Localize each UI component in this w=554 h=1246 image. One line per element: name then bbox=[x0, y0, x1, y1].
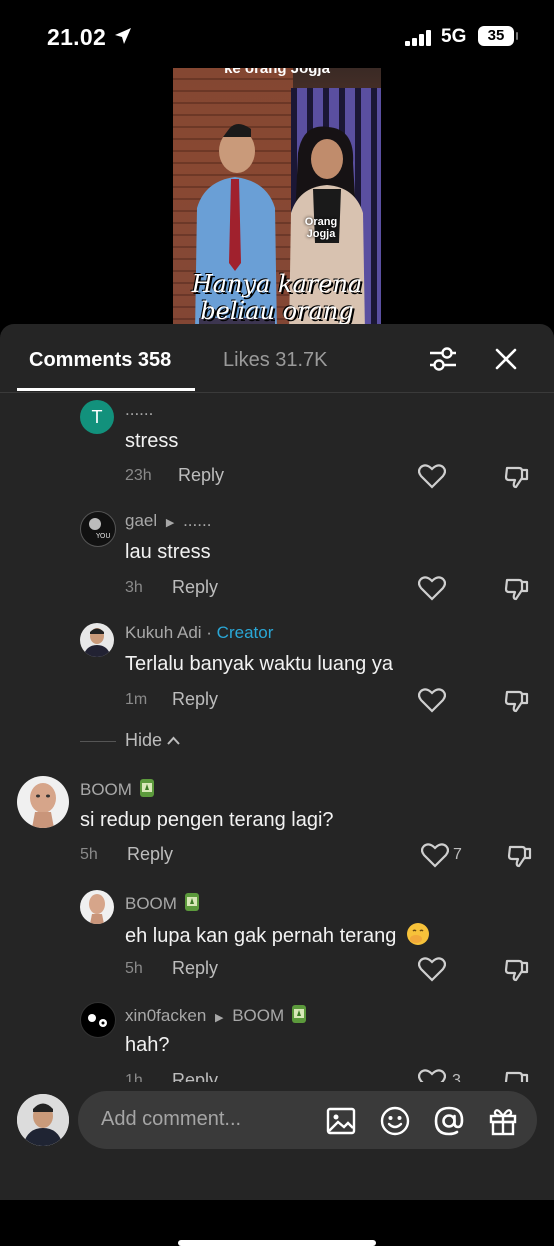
comment-reply: Kukuh Adi · Creator Terlalu banyak waktu… bbox=[0, 616, 554, 726]
comment-text: si redup pengen terang lagi? bbox=[80, 809, 334, 831]
status-bar: 21.02 5G 35 bbox=[0, 0, 554, 70]
tab-underline bbox=[17, 388, 195, 391]
can-emoji-icon bbox=[139, 779, 154, 797]
svg-text:YOU: YOU bbox=[95, 532, 111, 540]
heart-icon[interactable] bbox=[418, 1068, 446, 1082]
hide-divider bbox=[80, 741, 116, 742]
comments-sheet: Comments 358 Likes 31.7K T ...... stress… bbox=[0, 324, 554, 1246]
comment-username[interactable]: Kukuh Adi · Creator bbox=[125, 623, 273, 643]
comment-text: eh lupa kan gak pernah terang bbox=[125, 922, 430, 948]
comment-text: hah? bbox=[125, 1034, 170, 1056]
dislike-icon[interactable] bbox=[504, 576, 530, 602]
comment-reply: T ...... stress 23h Reply bbox=[0, 392, 554, 502]
comment-username[interactable]: xin0facken ▶ BOOM bbox=[125, 1004, 307, 1026]
heart-icon[interactable] bbox=[418, 575, 446, 601]
comment-text: Terlalu banyak waktu luang ya bbox=[125, 653, 393, 675]
location-arrow-icon bbox=[115, 28, 131, 44]
reply-arrow-icon: ▶ bbox=[165, 517, 175, 529]
dislike-icon[interactable] bbox=[504, 464, 530, 490]
comment-time: 3h bbox=[125, 579, 143, 596]
reply-button[interactable]: Reply bbox=[178, 465, 224, 486]
can-emoji-icon bbox=[184, 893, 199, 911]
status-time: 21.02 bbox=[47, 24, 107, 50]
dislike-icon[interactable] bbox=[504, 1069, 530, 1082]
comment-time: 1h bbox=[125, 1072, 143, 1082]
avatar[interactable] bbox=[80, 1002, 116, 1038]
comment-text: lau stress bbox=[125, 541, 211, 563]
mention-icon[interactable] bbox=[433, 1105, 465, 1137]
tab-comments[interactable]: Comments 358 bbox=[29, 349, 171, 372]
can-emoji-icon bbox=[291, 1005, 306, 1023]
gift-icon[interactable] bbox=[487, 1105, 519, 1137]
comment-username[interactable]: BOOM bbox=[125, 892, 200, 914]
avatar[interactable] bbox=[17, 776, 69, 828]
tab-likes[interactable]: Likes 31.7K bbox=[223, 349, 328, 372]
heart-icon[interactable] bbox=[418, 956, 446, 982]
hand-over-mouth-emoji-icon bbox=[406, 923, 429, 945]
avatar[interactable] bbox=[80, 623, 114, 657]
reply-button[interactable]: Reply bbox=[172, 958, 218, 979]
comment-time: 5h bbox=[125, 960, 143, 977]
comment-input[interactable]: Add comment... bbox=[78, 1091, 537, 1149]
comment-placeholder: Add comment... bbox=[101, 1108, 242, 1130]
comment-time: 23h bbox=[125, 467, 152, 484]
avatar[interactable]: T bbox=[80, 400, 114, 434]
signal-icon bbox=[405, 30, 433, 46]
comment-username[interactable]: ...... bbox=[125, 400, 153, 420]
like-count: 7 bbox=[453, 846, 462, 863]
creator-badge: Creator bbox=[216, 623, 274, 642]
home-indicator[interactable] bbox=[178, 1240, 376, 1246]
heart-icon[interactable] bbox=[418, 463, 446, 489]
reply-button[interactable]: Reply bbox=[172, 1070, 218, 1082]
reply-arrow-icon: ▶ bbox=[215, 1012, 224, 1024]
dislike-icon[interactable] bbox=[507, 843, 533, 869]
comment-reply: BOOM eh lupa kan gak pernah terang 5h Re… bbox=[0, 886, 554, 996]
like-count: 3 bbox=[452, 1072, 461, 1082]
sheet-tabs: Comments 358 Likes 31.7K bbox=[0, 324, 554, 393]
comment-time: 5h bbox=[80, 846, 98, 863]
video-overlay-label: Orang Jogja bbox=[304, 216, 338, 240]
reply-button[interactable]: Reply bbox=[172, 689, 218, 710]
video-preview[interactable]: ke orang Jogja Orang Jogja Hanya karena … bbox=[173, 68, 381, 326]
comment: BOOM si redup pengen terang lagi? 5h Rep… bbox=[0, 774, 554, 884]
video-caption: Hanya karena beliau orang bbox=[191, 270, 363, 325]
comment-time: 1m bbox=[125, 691, 148, 708]
comment-list[interactable]: T ...... stress 23h Reply YOU gael ▶ ...… bbox=[0, 392, 554, 1082]
video-top-caption: ke orang Jogja bbox=[224, 68, 330, 77]
heart-icon[interactable] bbox=[418, 687, 446, 713]
reply-button[interactable]: Reply bbox=[127, 844, 173, 865]
network-type: 5G bbox=[441, 26, 467, 47]
comment-input-bar: Add comment... bbox=[0, 1082, 554, 1246]
comment-reply: YOU gael ▶ ...... lau stress 3h Reply bbox=[0, 504, 554, 614]
image-icon[interactable] bbox=[325, 1105, 357, 1137]
heart-icon[interactable] bbox=[421, 842, 449, 868]
avatar[interactable]: YOU bbox=[80, 511, 116, 547]
emoji-icon[interactable] bbox=[379, 1105, 411, 1137]
filter-icon[interactable] bbox=[428, 346, 458, 372]
battery-icon: 35 bbox=[478, 26, 518, 46]
comment-reply: xin0facken ▶ BOOM hah? 1h Reply 3 bbox=[0, 998, 554, 1082]
avatar[interactable] bbox=[80, 890, 114, 924]
hide-replies-button[interactable]: Hide bbox=[125, 730, 180, 751]
dislike-icon[interactable] bbox=[504, 688, 530, 714]
comment-username[interactable]: gael ▶ ...... bbox=[125, 511, 211, 531]
user-avatar[interactable] bbox=[17, 1094, 69, 1146]
chevron-up-icon bbox=[167, 736, 180, 745]
comment-username[interactable]: BOOM bbox=[80, 778, 155, 800]
close-icon[interactable] bbox=[494, 347, 518, 371]
comment-text: stress bbox=[125, 430, 179, 452]
reply-button[interactable]: Reply bbox=[172, 577, 218, 598]
dislike-icon[interactable] bbox=[504, 957, 530, 983]
